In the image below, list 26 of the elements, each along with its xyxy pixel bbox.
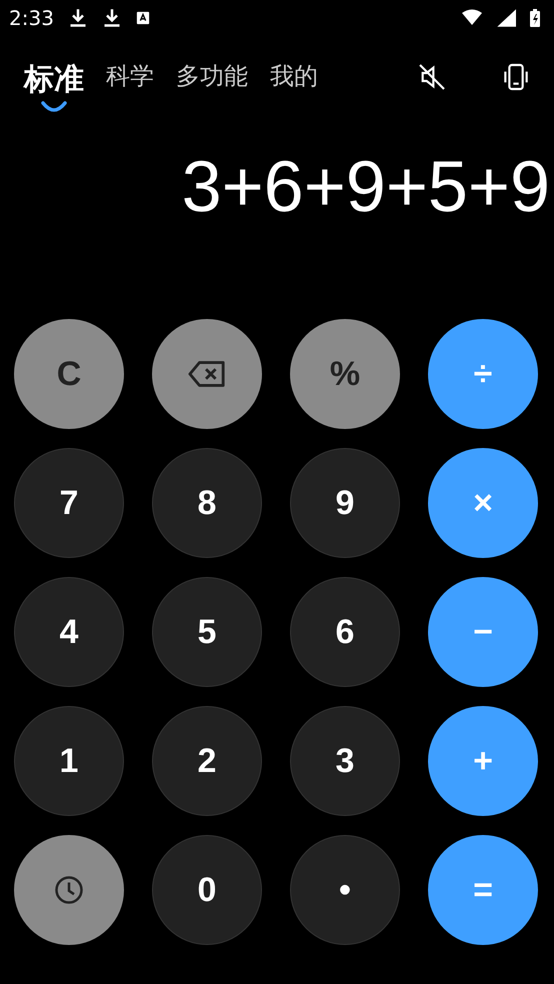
digit-button[interactable]: 9 (290, 448, 400, 558)
digit-button[interactable]: 7 (14, 448, 124, 558)
tab-indicator (40, 100, 68, 112)
tab[interactable]: 科学 (102, 57, 158, 97)
digit-button[interactable]: 0 (152, 835, 262, 945)
digit-button[interactable]: 6 (290, 577, 400, 687)
download-icon (68, 8, 88, 28)
function-button[interactable]: % (290, 319, 400, 429)
tab[interactable]: 多功能 (172, 57, 252, 97)
tab[interactable]: 标准 (20, 38, 88, 116)
digit-button[interactable]: • (290, 835, 400, 945)
digit-button[interactable]: 8 (152, 448, 262, 558)
backspace-icon (188, 359, 226, 389)
battery-icon (530, 8, 540, 28)
expression-display: 3+6+9+5+9 (182, 148, 550, 228)
digit-button[interactable]: 1 (14, 706, 124, 816)
signal-icon (496, 8, 516, 28)
digit-button[interactable]: 5 (152, 577, 262, 687)
download-icon (102, 8, 122, 28)
digit-button[interactable]: 2 (152, 706, 262, 816)
notification-icon (136, 11, 150, 25)
function-button[interactable]: C (14, 319, 124, 429)
digit-button[interactable]: 4 (14, 577, 124, 687)
tab[interactable]: 我的 (266, 57, 322, 97)
clock-time: 2:33 (9, 6, 54, 30)
digit-button[interactable]: 3 (290, 706, 400, 816)
